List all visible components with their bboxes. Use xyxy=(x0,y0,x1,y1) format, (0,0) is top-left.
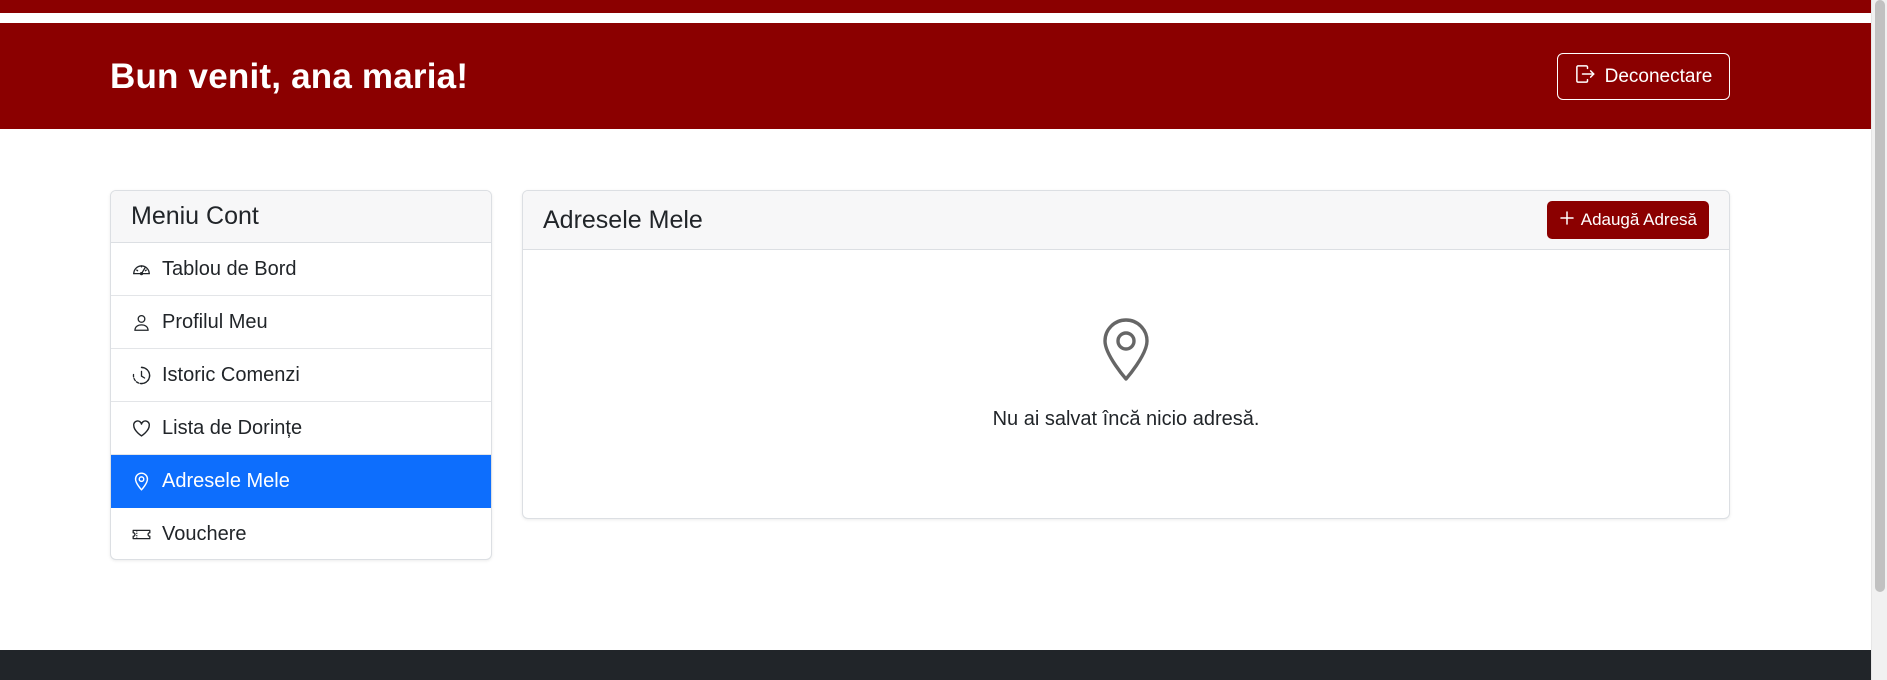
geo-alt-icon xyxy=(131,471,151,491)
page-title: Bun venit, ana maria! xyxy=(110,57,469,96)
heart-icon xyxy=(131,418,151,438)
sidebar-item-label: Profilul Meu xyxy=(162,310,268,333)
sidebar-item-profile[interactable]: Profilul Meu xyxy=(111,296,491,349)
sidebar-item-label: Istoric Comenzi xyxy=(162,363,300,386)
sidebar-item-addresses[interactable]: Adresele Mele xyxy=(111,455,491,508)
page: Bun venit, ana maria! Deconectare Meniu … xyxy=(0,0,1871,680)
add-address-button[interactable]: Adaugă Adresă xyxy=(1546,201,1709,239)
speedometer-icon xyxy=(131,259,151,279)
plus-icon xyxy=(1559,210,1575,231)
top-strip xyxy=(0,0,1871,13)
addresses-card: Adresele Mele Adaugă Adresă Nu ai salvat… xyxy=(522,190,1730,519)
sidebar-item-order-history[interactable]: Istoric Comenzi xyxy=(111,349,491,402)
empty-state: Nu ai salvat încă nicio adresă. xyxy=(523,250,1729,518)
account-menu: Meniu Cont Tablou de Bord Profilul Meu I… xyxy=(110,190,492,560)
addresses-card-header: Adresele Mele Adaugă Adresă xyxy=(523,191,1729,250)
clock-history-icon xyxy=(131,365,151,385)
geo-alt-icon xyxy=(1103,318,1149,381)
empty-state-text: Nu ai salvat încă nicio adresă. xyxy=(992,408,1260,430)
sidebar-item-label: Vouchere xyxy=(162,523,247,545)
logout-button[interactable]: Deconectare xyxy=(1557,53,1730,100)
sidebar-item-vouchers[interactable]: Vouchere xyxy=(111,508,491,559)
scrollbar[interactable] xyxy=(1871,0,1887,680)
logout-icon xyxy=(1575,64,1595,90)
scrollbar-thumb[interactable] xyxy=(1875,0,1885,592)
footer xyxy=(0,650,1871,680)
sidebar-item-label: Adresele Mele xyxy=(162,469,290,492)
add-address-label: Adaugă Adresă xyxy=(1580,210,1697,229)
sidebar-item-dashboard[interactable]: Tablou de Bord xyxy=(111,243,491,296)
account-menu-title: Meniu Cont xyxy=(111,191,491,243)
section-title: Adresele Mele xyxy=(543,205,703,234)
sidebar-item-label: Tablou de Bord xyxy=(162,257,297,280)
person-icon xyxy=(131,312,151,332)
ticket-icon xyxy=(131,525,151,545)
sidebar-item-wishlist[interactable]: Lista de Dorințe xyxy=(111,402,491,455)
logout-label: Deconectare xyxy=(1604,65,1713,87)
sidebar-item-label: Lista de Dorințe xyxy=(162,416,303,439)
welcome-header: Bun venit, ana maria! Deconectare xyxy=(0,23,1871,129)
